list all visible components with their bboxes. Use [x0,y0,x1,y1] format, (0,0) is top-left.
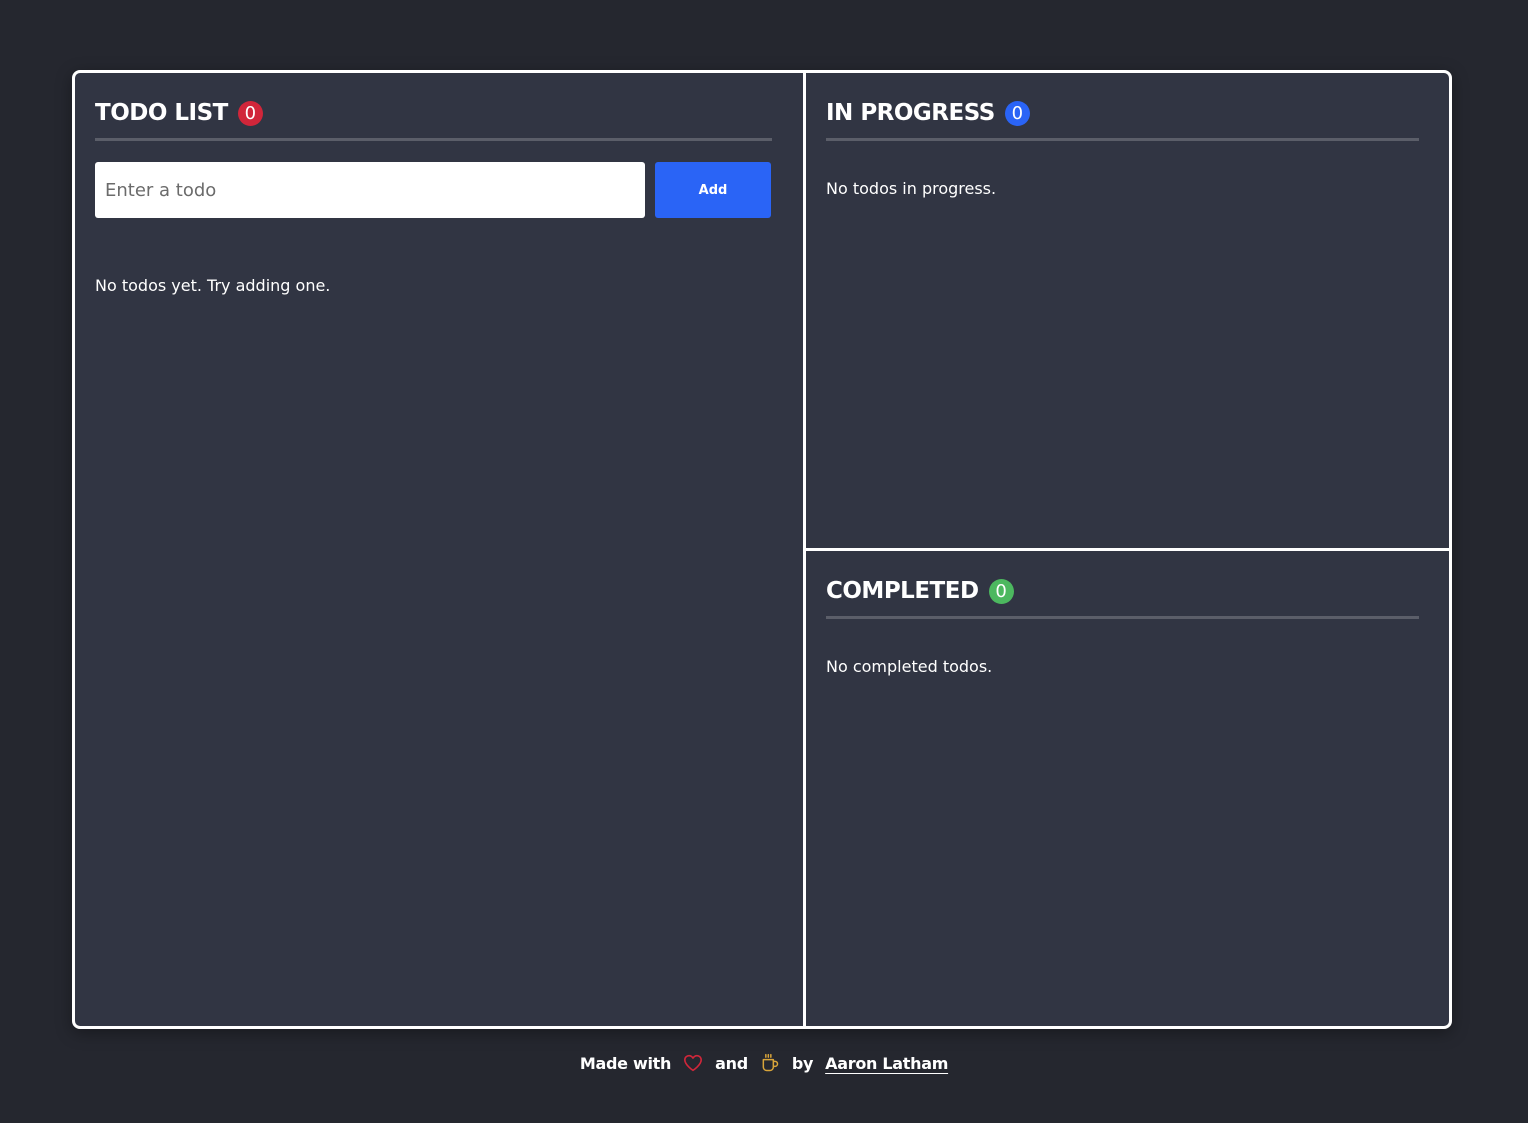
in-progress-divider [826,138,1419,141]
kanban-board: TODO LIST 0 Add No todos yet. Try adding… [72,70,1452,1029]
in-progress-title: IN PROGRESS [826,100,995,126]
completed-title: COMPLETED [826,578,979,604]
footer-and: and [715,1053,748,1073]
todo-list-column: TODO LIST 0 Add No todos yet. Try adding… [75,73,806,1026]
add-todo-button[interactable]: Add [655,162,771,218]
completed-header: COMPLETED 0 [826,573,1014,609]
footer-made-with: Made with [579,1053,672,1073]
heart-icon [683,1054,703,1072]
in-progress-column: IN PROGRESS 0 No todos in progress. [806,73,1449,551]
footer-by: by [791,1053,814,1073]
completed-divider [826,616,1419,619]
todo-list-title: TODO LIST [95,100,228,126]
coffee-icon [760,1053,780,1073]
footer: Made with and by Aaron Latham [0,1050,1528,1076]
todo-input[interactable] [95,162,645,218]
todo-list-header: TODO LIST 0 [95,95,263,131]
todo-empty-message: No todos yet. Try adding one. [95,276,331,295]
completed-column: COMPLETED 0 No completed todos. [806,551,1449,1026]
in-progress-empty-message: No todos in progress. [826,179,997,198]
completed-empty-message: No completed todos. [826,657,993,676]
right-column: IN PROGRESS 0 No todos in progress. COMP… [806,73,1449,1026]
todo-count-badge: 0 [237,100,263,126]
in-progress-count-badge: 0 [1004,100,1030,126]
author-link[interactable]: Aaron Latham [825,1054,948,1073]
in-progress-header: IN PROGRESS 0 [826,95,1030,131]
todo-list-divider [95,138,772,141]
completed-count-badge: 0 [988,578,1014,604]
